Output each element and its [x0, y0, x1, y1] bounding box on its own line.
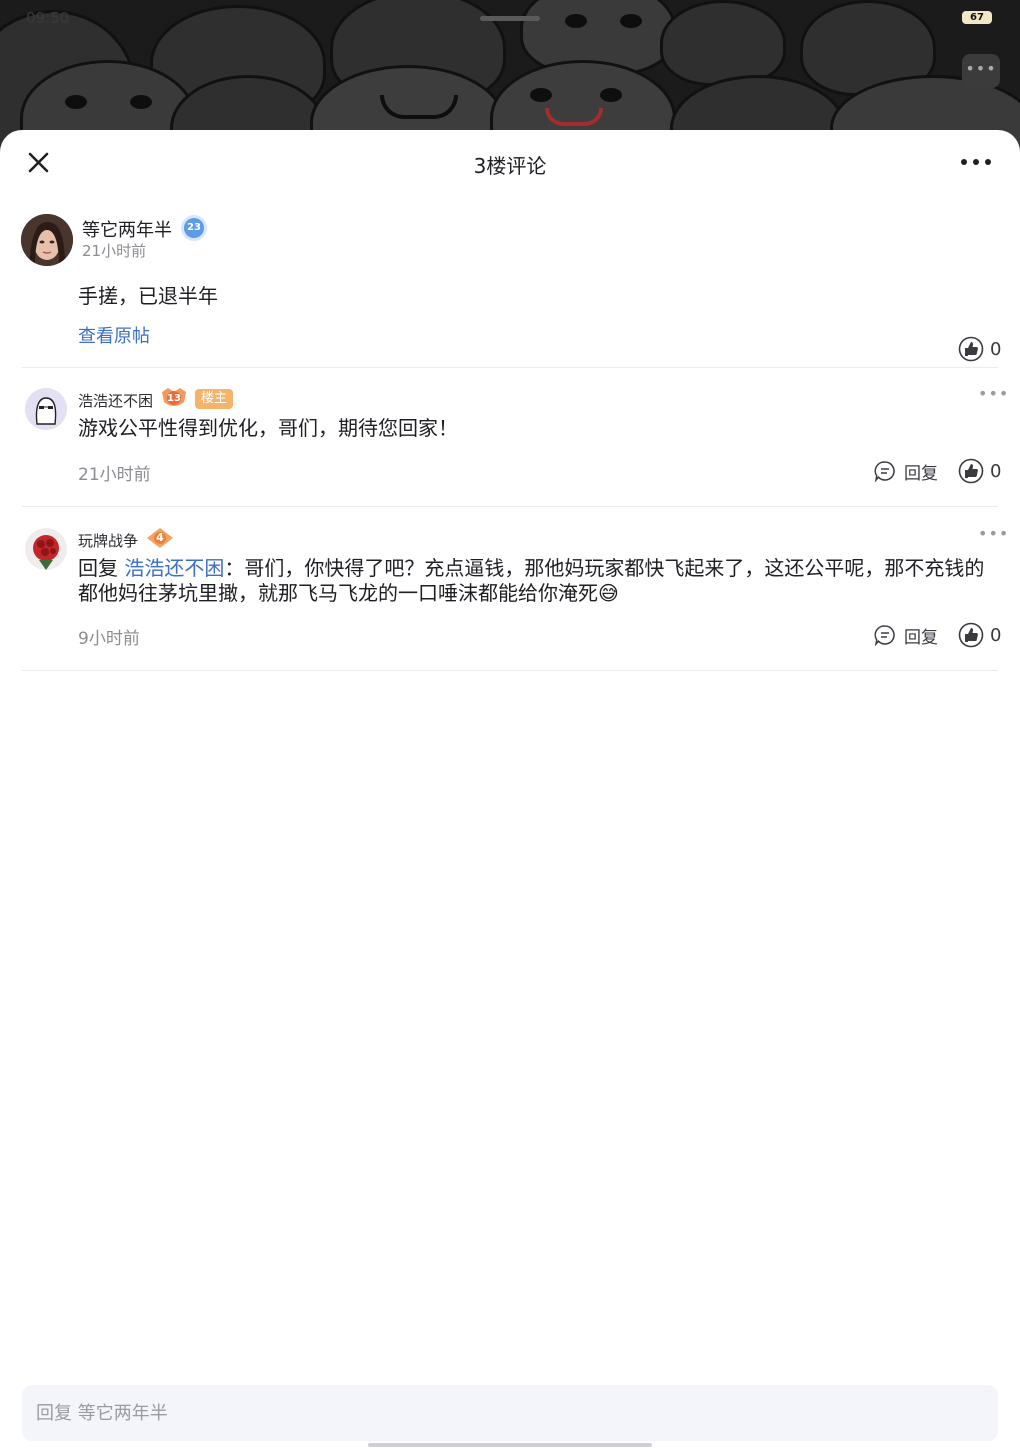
- divider: [22, 670, 998, 671]
- avatar[interactable]: [25, 528, 67, 570]
- reply-label: 回复: [904, 627, 938, 648]
- status-time: 09:50: [26, 9, 70, 27]
- divider: [22, 367, 998, 368]
- background-eye: [130, 95, 152, 109]
- background-more-icon: •••: [962, 54, 1000, 88]
- background-eye: [530, 88, 552, 102]
- like-button[interactable]: 0: [958, 622, 1001, 648]
- level-number: 4: [156, 531, 164, 544]
- comment-sheet: 3楼评论 等它两年半 23 21小时前 手搓，已退半年 查看原帖 0 浩浩还不困…: [0, 130, 1020, 1451]
- reply-icon: [874, 461, 895, 482]
- thumbs-up-icon: [958, 458, 984, 484]
- background-eye: [600, 88, 622, 102]
- avatar[interactable]: [25, 388, 67, 430]
- like-button[interactable]: 0: [958, 458, 1001, 484]
- post-content: 手搓，已退半年: [78, 284, 218, 308]
- sheet-header: 3楼评论: [0, 130, 1020, 194]
- avatar[interactable]: [21, 214, 73, 266]
- reply-label: 回复: [904, 463, 938, 484]
- comment-text: 游戏公平性得到优化，哥们，期待您回家！: [78, 416, 458, 440]
- like-count: 0: [990, 338, 1002, 360]
- reply-icon: [874, 625, 895, 646]
- status-bar: 09:50 67: [0, 0, 1020, 36]
- reply-button[interactable]: 回复: [874, 458, 938, 484]
- home-indicator: [368, 1443, 652, 1447]
- comment-item: 浩浩还不困 13 楼主 ••• 游戏公平性得到优化，哥们，期待您回家！ 21小时…: [0, 384, 1020, 510]
- thumbs-up-icon: [958, 336, 984, 362]
- comment-more-icon[interactable]: •••: [978, 384, 1009, 403]
- reply-prefix: 回复: [78, 556, 125, 580]
- comment-time: 9小时前: [78, 629, 140, 649]
- battery-icon: 67: [962, 11, 992, 24]
- background-eye: [65, 95, 87, 109]
- post-username[interactable]: 等它两年半: [82, 216, 172, 242]
- view-original-link[interactable]: 查看原帖: [78, 322, 150, 348]
- background-mouth: [545, 108, 603, 126]
- more-options-icon[interactable]: [956, 150, 996, 174]
- comment-text: 回复 浩浩还不困：哥们，你快得了吧？充点逼钱，那他妈玩家都快飞起来了，这还公平呢…: [78, 556, 998, 606]
- divider: [22, 506, 998, 507]
- post-time: 21小时前: [82, 242, 147, 260]
- top-handle: [480, 16, 540, 21]
- sheet-title: 3楼评论: [473, 154, 547, 178]
- background-mouth: [380, 95, 458, 119]
- comment-username[interactable]: 浩浩还不困: [78, 390, 153, 411]
- reply-input[interactable]: [22, 1385, 998, 1441]
- level-number: 13: [167, 393, 181, 404]
- like-count: 0: [990, 460, 1002, 482]
- thumbs-up-icon: [958, 622, 984, 648]
- host-tag: 楼主: [195, 389, 233, 409]
- comment-item: 玩牌战争 4 ••• 回复 浩浩还不困：哥们，你快得了吧？充点逼钱，那他妈玩家都…: [0, 524, 1020, 674]
- original-post: 等它两年半 23 21小时前 手搓，已退半年 查看原帖 0: [0, 210, 1020, 368]
- comment-more-icon[interactable]: •••: [978, 524, 1009, 543]
- mention-link[interactable]: 浩浩还不困: [124, 556, 224, 580]
- like-count: 0: [990, 624, 1002, 646]
- level-badge: 23: [184, 218, 204, 238]
- comment-username[interactable]: 玩牌战争: [78, 530, 138, 551]
- comment-time: 21小时前: [78, 465, 151, 485]
- reply-button[interactable]: 回复: [874, 622, 938, 648]
- like-button[interactable]: 0: [958, 336, 1001, 362]
